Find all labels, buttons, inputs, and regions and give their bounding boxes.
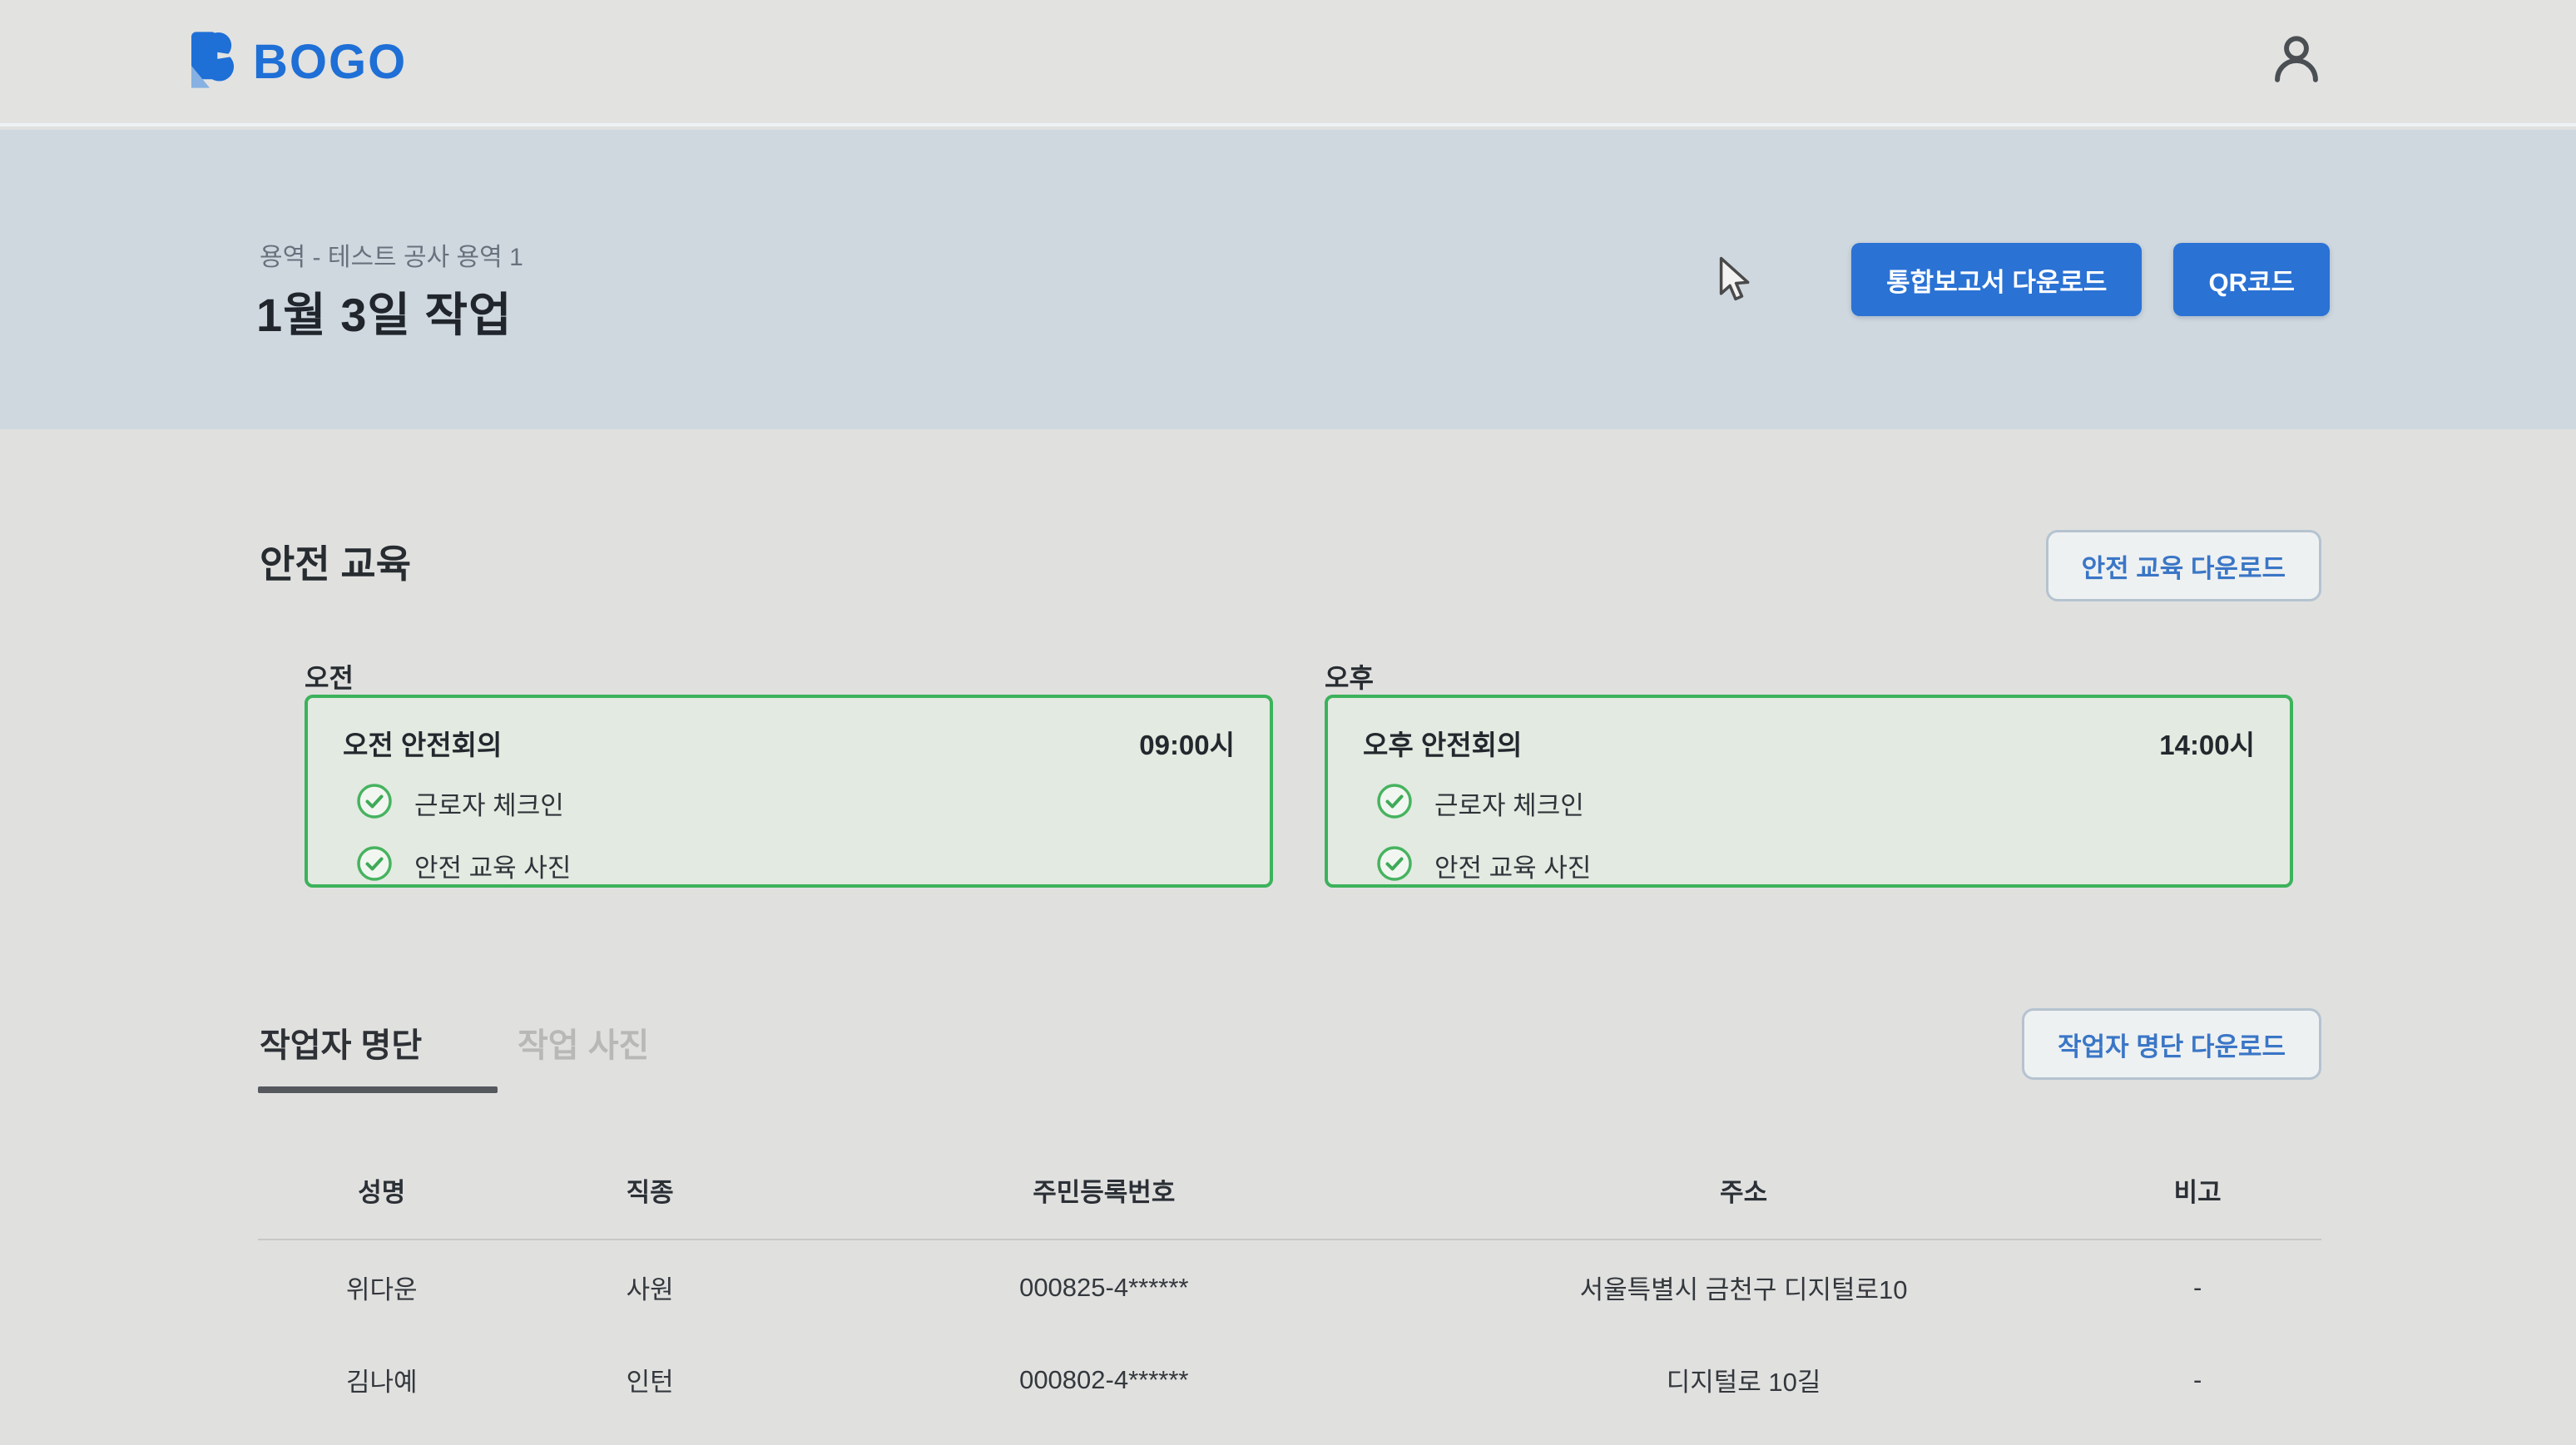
session-time: 14:00시 [2159,723,2255,763]
check-circle-icon [1376,845,1413,886]
cell-resident-id: 000802-4****** [795,1333,1414,1425]
morning-period-label: 오전 [305,657,354,695]
check-item-label: 안전 교육 사진 [1434,847,1591,884]
check-circle-icon [1376,783,1413,824]
tab-work-photos[interactable]: 작업 사진 [518,1018,649,1066]
logo[interactable]: BOGO [191,32,407,92]
bogo-logo-icon [191,32,240,92]
breadcrumb: 용역 - 테스트 공사 용역 1 [260,236,523,273]
page-title: 1월 3일 작업 [256,278,513,345]
table-header-row: 성명 직종 주민등록번호 주소 비고 [258,1158,2321,1240]
session-check-list: 근로자 체크인 안전 교육 사진 [356,783,1235,886]
check-item-safety-photo: 안전 교육 사진 [1376,845,2255,886]
tab-worker-roster[interactable]: 작업자 명단 [260,1018,422,1066]
safety-education-download-button[interactable]: 안전 교육 다운로드 [2046,530,2321,601]
cell-name: 위다운 [258,1240,506,1333]
session-name: 오전 안전회의 [343,723,502,763]
active-tab-underline [258,1086,498,1093]
user-menu-button[interactable] [2266,32,2326,92]
check-item-label: 근로자 체크인 [1434,784,1584,822]
check-circle-icon [356,845,393,886]
afternoon-period-label: 오후 [1325,657,1374,695]
column-header-name: 성명 [258,1158,506,1240]
session-card-header: 오전 안전회의 09:00시 [343,723,1235,763]
check-item-worker-checkin: 근로자 체크인 [356,783,1235,824]
cell-address: 서울특별시 금천구 디지털로10 [1414,1240,2074,1333]
report-download-button[interactable]: 통합보고서 다운로드 [1851,243,2142,316]
column-header-resident-id: 주민등록번호 [795,1158,1414,1240]
session-card-header: 오후 안전회의 14:00시 [1363,723,2255,763]
user-icon [2269,32,2324,92]
session-time: 09:00시 [1139,723,1235,763]
cell-resident-id: 000825-4****** [795,1240,1414,1333]
safety-education-title: 안전 교육 [260,534,411,589]
qr-code-button[interactable]: QR코드 [2173,243,2330,316]
worker-roster-table: 성명 직종 주민등록번호 주소 비고 위다운 사원 000825-4******… [258,1158,2321,1425]
check-item-label: 안전 교육 사진 [414,847,571,884]
header-actions: 통합보고서 다운로드 QR코드 [1851,243,2330,316]
top-navigation-bar: BOGO [0,0,2576,126]
check-item-worker-checkin: 근로자 체크인 [1376,783,2255,824]
column-header-address: 주소 [1414,1158,2074,1240]
cell-name: 김나예 [258,1333,506,1425]
column-header-remarks: 비고 [2073,1158,2321,1240]
column-header-occupation: 직종 [506,1158,795,1240]
cell-occupation: 인턴 [506,1333,795,1425]
cell-remarks: - [2073,1240,2321,1333]
cell-address: 디지털로 10길 [1414,1333,2074,1425]
table-row: 위다운 사원 000825-4****** 서울특별시 금천구 디지털로10 - [258,1240,2321,1333]
session-check-list: 근로자 체크인 안전 교육 사진 [1376,783,2255,886]
logo-text: BOGO [253,34,407,90]
cell-remarks: - [2073,1333,2321,1425]
worker-roster-download-button[interactable]: 작업자 명단 다운로드 [2022,1008,2321,1080]
check-item-safety-photo: 안전 교육 사진 [356,845,1235,886]
page-header-band: 용역 - 테스트 공사 용역 1 1월 3일 작업 통합보고서 다운로드 QR코… [0,130,2576,429]
table-row: 김나예 인턴 000802-4****** 디지털로 10길 - [258,1333,2321,1425]
session-name: 오후 안전회의 [1363,723,1522,763]
check-item-label: 근로자 체크인 [414,784,564,822]
morning-safety-meeting-card[interactable]: 오전 안전회의 09:00시 근로자 체크인 안전 교육 사진 [305,695,1273,888]
cell-occupation: 사원 [506,1240,795,1333]
check-circle-icon [356,783,393,824]
afternoon-safety-meeting-card[interactable]: 오후 안전회의 14:00시 근로자 체크인 안전 교육 사진 [1325,695,2293,888]
